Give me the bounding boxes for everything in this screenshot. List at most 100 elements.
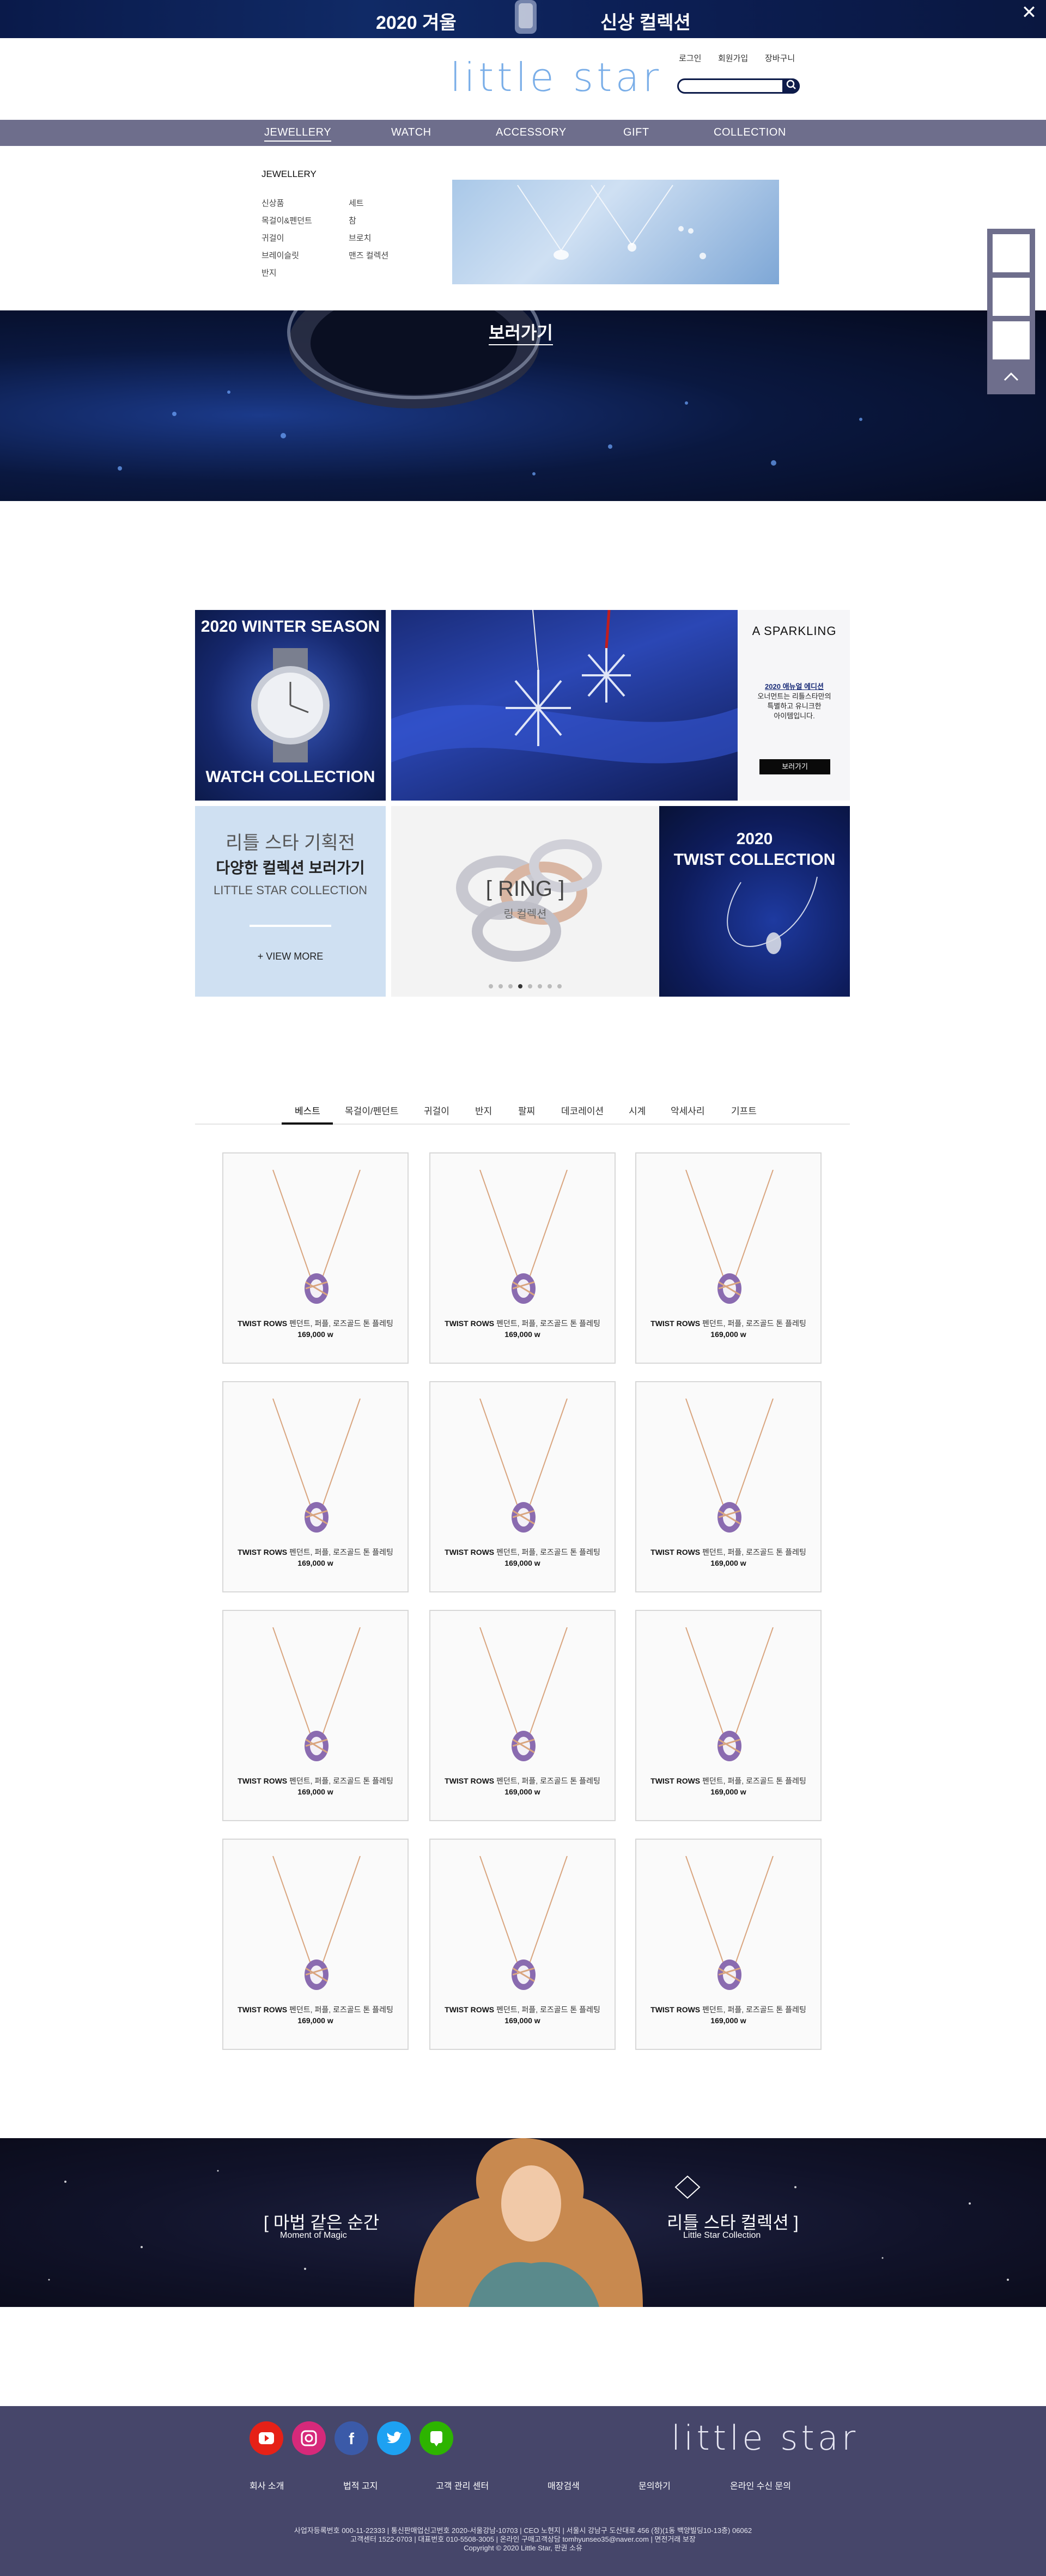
mega-menu-item[interactable]: 브로치 [349, 232, 371, 243]
cart-link[interactable]: 장바구니 [765, 52, 795, 64]
product-card[interactable]: TWIST ROWS 펜던트, 퍼플, 로즈골드 톤 플레팅 169,000 w [222, 1381, 409, 1592]
scroll-top-button[interactable] [987, 362, 1035, 392]
sparkling-view-button[interactable]: 보러가기 [759, 759, 830, 774]
tab-watch[interactable]: 시계 [629, 1103, 646, 1117]
footer-link-legal[interactable]: 법적 고지 [343, 2479, 378, 2492]
slider-dot[interactable] [528, 984, 532, 988]
product-title: TWIST ROWS [445, 1548, 495, 1556]
moment-of-magic-banner[interactable]: [ 마법 같은 순간 Moment of Magic 리틀 스타 컬렉션 ] L… [0, 2138, 1046, 2307]
blog-icon[interactable] [419, 2421, 453, 2455]
product-card[interactable]: TWIST ROWS 펜던트, 퍼플, 로즈골드 톤 플레팅 169,000 w [635, 1152, 822, 1364]
slider-dot[interactable] [489, 984, 493, 988]
mega-menu-item[interactable]: 브레이슬릿 [262, 249, 299, 261]
active-tab-indicator [282, 1122, 333, 1125]
tab-earring[interactable]: 귀걸이 [424, 1103, 449, 1117]
mega-menu-item[interactable]: 반지 [262, 267, 277, 278]
product-card[interactable]: TWIST ROWS 펜던트, 퍼플, 로즈골드 톤 플레팅 169,000 w [222, 1152, 409, 1364]
mega-menu-item[interactable]: 신상품 [262, 197, 284, 209]
promo-special-exhibition[interactable]: 리틀 스타 기획전 다양한 컬렉션 보러가기 LITTLE STAR COLLE… [195, 806, 386, 997]
nav-collection[interactable]: COLLECTION [714, 126, 786, 139]
search-input[interactable] [677, 78, 800, 94]
footer-link-customer-center[interactable]: 고객 관리 센터 [436, 2479, 489, 2492]
close-icon[interactable]: ✕ [1020, 3, 1038, 22]
product-desc: 펜던트, 퍼플, 로즈골드 톤 플레팅 [496, 2005, 600, 2014]
signup-link[interactable]: 회원가입 [718, 52, 748, 64]
facebook-icon[interactable]: f [335, 2421, 368, 2455]
product-card[interactable]: TWIST ROWS 펜던트, 퍼플, 로즈골드 톤 플레팅 169,000 w [222, 1839, 409, 2050]
chevron-up-icon [1004, 372, 1019, 381]
footer-copyright: Copyright © 2020 Little Star, 판권 소유 [464, 2544, 582, 2552]
product-card[interactable]: TWIST ROWS 펜던트, 퍼플, 로즈골드 톤 플레팅 169,000 w [429, 1152, 616, 1364]
product-card[interactable]: TWIST ROWS 펜던트, 퍼플, 로즈골드 톤 플레팅 169,000 w [635, 1610, 822, 1821]
slider-dot[interactable] [518, 984, 522, 988]
product-card[interactable]: TWIST ROWS 펜던트, 퍼플, 로즈골드 톤 플레팅 169,000 w [635, 1839, 822, 2050]
mega-menu-item[interactable]: 귀걸이 [262, 232, 284, 243]
slider-dot[interactable] [557, 984, 562, 988]
product-card[interactable]: TWIST ROWS 펜던트, 퍼플, 로즈골드 톤 플레팅 169,000 w [429, 1839, 616, 2050]
slider-dot[interactable] [508, 984, 513, 988]
promo-sparkling[interactable]: A SPARKLING 2020 애뉴얼 에디션 오너먼트는 리틀스타만의 특별… [739, 610, 850, 801]
promo-ring-slider[interactable]: [ RING ] 링 컬렉션 [391, 806, 659, 997]
footer-logo[interactable]: little star [671, 2418, 859, 2458]
slider-dot[interactable] [548, 984, 552, 988]
product-price: 169,000 w [297, 1330, 333, 1339]
quick-menu-slot[interactable] [992, 277, 1031, 317]
search-button[interactable] [782, 78, 800, 94]
product-title: TWIST ROWS [445, 1319, 495, 1328]
plan-view-more-button[interactable]: + VIEW MORE [195, 951, 386, 962]
mega-menu-item[interactable]: 세트 [349, 197, 364, 209]
nav-accessory[interactable]: ACCESSORY [496, 126, 567, 139]
sparkling-line: 아이템입니다. [774, 712, 815, 720]
product-desc: 펜던트, 퍼플, 로즈골드 톤 플레팅 [702, 1548, 806, 1556]
product-desc: 펜던트, 퍼플, 로즈골드 톤 플레팅 [496, 1319, 600, 1328]
quick-menu-slot[interactable] [992, 320, 1031, 361]
tab-gift[interactable]: 기프트 [731, 1103, 757, 1117]
product-desc: 펜던트, 퍼플, 로즈골드 톤 플레팅 [289, 1319, 393, 1328]
nav-jewellery[interactable]: JEWELLERY [264, 126, 332, 142]
tab-ring[interactable]: 반지 [475, 1103, 492, 1117]
product-price: 169,000 w [504, 2016, 540, 2025]
nav-watch[interactable]: WATCH [391, 126, 431, 139]
mega-menu-item[interactable]: 맨즈 컬렉션 [349, 249, 388, 261]
slider-dot[interactable] [498, 984, 503, 988]
tab-bracelet[interactable]: 팔찌 [518, 1103, 535, 1117]
slider-dot[interactable] [538, 984, 542, 988]
top-banner-left-text: 2020 겨울 [376, 13, 457, 33]
instagram-icon[interactable] [292, 2421, 326, 2455]
nav-gift[interactable]: GIFT [623, 126, 649, 139]
mega-menu-item[interactable]: 목걸이&펜던트 [262, 215, 312, 226]
tab-necklace-pendant[interactable]: 목걸이/펜던트 [345, 1103, 399, 1117]
footer-link-online-inquiry[interactable]: 온라인 수신 문의 [730, 2479, 791, 2492]
login-link[interactable]: 로그인 [679, 52, 701, 64]
tab-best[interactable]: 베스트 [295, 1103, 320, 1117]
promo-ornament-image[interactable] [391, 610, 738, 801]
rings-image [456, 839, 602, 962]
product-card[interactable]: TWIST ROWS 펜던트, 퍼플, 로즈골드 톤 플레팅 169,000 w [222, 1610, 409, 1821]
product-title: TWIST ROWS [650, 1777, 701, 1785]
product-price: 169,000 w [504, 1330, 540, 1339]
promo-twist-collection[interactable]: 2020 TWIST COLLECTION [659, 806, 850, 997]
tab-accessory[interactable]: 악세사리 [671, 1103, 705, 1117]
mega-menu-jewellery-image[interactable] [452, 180, 779, 284]
tab-decoration[interactable]: 데코레이션 [561, 1103, 604, 1117]
promo-watch-collection[interactable]: 2020 WINTER SEASON WATCH COLLECTION [195, 610, 386, 801]
product-desc: 펜던트, 퍼플, 로즈골드 톤 플레팅 [496, 1777, 600, 1785]
product-card[interactable]: TWIST ROWS 펜던트, 퍼플, 로즈골드 톤 플레팅 169,000 w [635, 1381, 822, 1592]
product-price: 169,000 w [297, 1559, 333, 1567]
footer-link-store-search[interactable]: 매장검색 [548, 2479, 580, 2492]
quick-menu-slot[interactable] [992, 233, 1031, 273]
product-name: TWIST ROWS 펜던트, 퍼플, 로즈골드 톤 플레팅 [430, 1775, 615, 1786]
twitter-icon[interactable] [377, 2421, 411, 2455]
product-card[interactable]: TWIST ROWS 펜던트, 퍼플, 로즈골드 톤 플레팅 169,000 w [429, 1381, 616, 1592]
mega-menu-item[interactable]: 참 [349, 215, 356, 226]
product-title: TWIST ROWS [445, 1777, 495, 1785]
site-logo[interactable]: little star [450, 54, 662, 100]
footer-link-about[interactable]: 회사 소개 [250, 2479, 284, 2492]
product-name: TWIST ROWS 펜던트, 퍼플, 로즈골드 톤 플레팅 [636, 1318, 820, 1329]
youtube-icon[interactable] [250, 2421, 283, 2455]
hero-view-button[interactable]: 보러가기 [489, 319, 553, 345]
twist-necklace-image [727, 876, 818, 954]
top-promo-banner[interactable]: 2020 겨울 신상 컬렉션 ✕ [0, 0, 1046, 38]
footer-link-contact[interactable]: 문의하기 [638, 2479, 671, 2492]
product-card[interactable]: TWIST ROWS 펜던트, 퍼플, 로즈골드 톤 플레팅 169,000 w [429, 1610, 616, 1821]
